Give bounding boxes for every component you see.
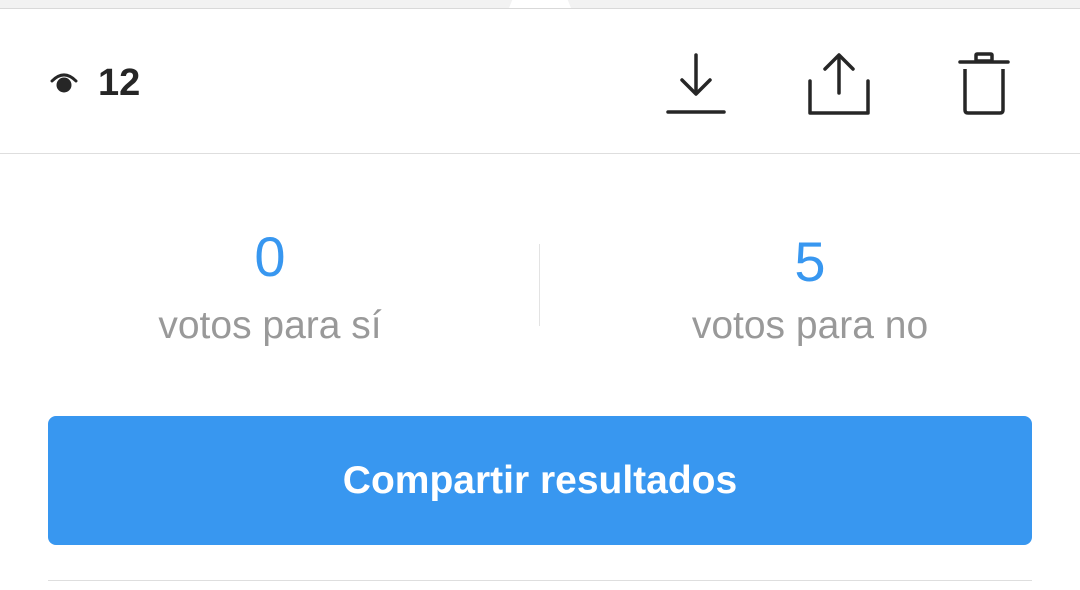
download-button[interactable]: [661, 49, 731, 119]
no-vote-label: votos para no: [691, 304, 929, 347]
poll-results: 0 votos para sí 5 votos para no: [0, 154, 1080, 404]
bottom-divider: [48, 580, 1032, 581]
share-results-label: Compartir resultados: [342, 458, 738, 502]
yes-vote-count: 0: [254, 225, 286, 288]
view-count: 12: [50, 61, 141, 104]
share-icon: [807, 51, 871, 117]
download-icon: [665, 51, 727, 117]
view-count-value: 12: [98, 61, 141, 104]
no-vote-count: 5: [794, 230, 826, 293]
yes-vote-label: votos para sí: [158, 304, 382, 347]
share-results-button[interactable]: Compartir resultados: [48, 416, 1032, 545]
top-edge: [0, 0, 1080, 9]
trash-icon: [957, 51, 1011, 117]
popover-notch: [509, 0, 571, 8]
toolbar: 12: [0, 9, 1080, 154]
share-icon-button[interactable]: [804, 49, 874, 119]
eye-icon: [50, 72, 78, 94]
delete-button[interactable]: [949, 49, 1019, 119]
